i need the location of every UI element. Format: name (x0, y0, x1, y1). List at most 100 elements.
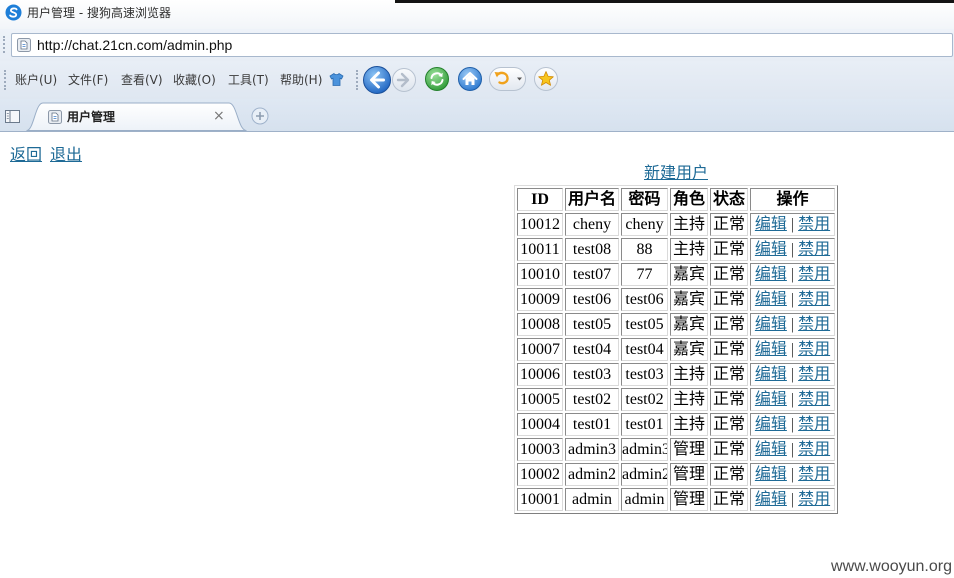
disable-link[interactable]: 禁用 (798, 341, 830, 358)
home-icon (458, 67, 482, 91)
toolbar-grip[interactable] (3, 36, 5, 53)
header-actions: 操作 (750, 188, 835, 211)
new-user-row: 新建用户 (514, 164, 838, 184)
header-password: 密码 (621, 188, 668, 211)
menu-favorites[interactable]: 收藏(O) (173, 73, 216, 87)
cell-id: 10012 (517, 213, 563, 236)
cell-password: test05 (621, 313, 668, 336)
back-arrow-icon (363, 66, 391, 94)
edit-link[interactable]: 编辑 (755, 216, 787, 233)
tab-label[interactable]: 用户管理 (67, 110, 115, 124)
action-separator: | (790, 241, 795, 258)
sogou-logo-icon (5, 4, 22, 21)
window-title: 用户管理 - 搜狗高速浏览器 (27, 6, 171, 20)
edit-link[interactable]: 编辑 (755, 391, 787, 408)
address-bar[interactable]: http://chat.21cn.com/admin.php (11, 33, 953, 57)
menu-view[interactable]: 查看(V) (121, 73, 163, 87)
refresh-icon (425, 67, 449, 91)
edit-link[interactable]: 编辑 (755, 441, 787, 458)
edit-link[interactable]: 编辑 (755, 491, 787, 508)
action-separator: | (790, 441, 795, 458)
cell-id: 10010 (517, 263, 563, 286)
cell-status: 正常 (710, 313, 748, 336)
menu-file[interactable]: 文件(F) (68, 73, 108, 87)
title-bar: 用户管理 - 搜狗高速浏览器 (0, 0, 954, 29)
disable-link[interactable]: 禁用 (798, 216, 830, 233)
tab-close-button[interactable]: × (213, 108, 225, 124)
new-user-link[interactable]: 新建用户 (644, 165, 708, 182)
cell-role: 管理 (670, 488, 708, 511)
disable-link[interactable]: 禁用 (798, 491, 830, 508)
cell-id: 10002 (517, 463, 563, 486)
disable-link[interactable]: 禁用 (798, 441, 830, 458)
disable-link[interactable]: 禁用 (798, 266, 830, 283)
refresh-button[interactable] (424, 66, 450, 92)
favorite-button[interactable] (533, 66, 559, 92)
skin-button[interactable] (329, 72, 344, 87)
undo-button[interactable] (489, 66, 527, 92)
cell-role: 嘉宾 (670, 263, 708, 286)
disable-link[interactable]: 禁用 (798, 316, 830, 333)
cell-role: 主持 (670, 213, 708, 236)
action-separator: | (790, 216, 795, 233)
edit-link[interactable]: 编辑 (755, 341, 787, 358)
home-button[interactable] (457, 66, 483, 92)
forward-button[interactable] (391, 67, 417, 93)
disable-link[interactable]: 禁用 (798, 241, 830, 258)
star-icon (534, 67, 558, 91)
disable-link[interactable]: 禁用 (798, 366, 830, 383)
menu-account[interactable]: 账户(U) (15, 73, 57, 87)
table-row: 10008 test05 test05 嘉宾 正常 编辑 | 禁用 (517, 313, 835, 336)
back-button[interactable] (362, 65, 392, 95)
edit-link[interactable]: 编辑 (755, 416, 787, 433)
menu-help[interactable]: 帮助(H) (280, 73, 322, 87)
cell-role: 嘉宾 (670, 338, 708, 361)
edit-link[interactable]: 编辑 (755, 316, 787, 333)
cell-status: 正常 (710, 388, 748, 411)
header-status: 状态 (710, 188, 748, 211)
cell-password: 88 (621, 238, 668, 261)
cell-actions: 编辑 | 禁用 (750, 263, 835, 286)
action-separator: | (790, 491, 795, 508)
cell-password: test02 (621, 388, 668, 411)
edit-link[interactable]: 编辑 (755, 291, 787, 308)
cell-username: test08 (565, 238, 619, 261)
action-separator: | (790, 291, 795, 308)
plus-icon (251, 107, 269, 125)
action-separator: | (790, 316, 795, 333)
disable-link[interactable]: 禁用 (798, 391, 830, 408)
edit-link[interactable]: 编辑 (755, 241, 787, 258)
table-header-row: ID 用户名 密码 角色 状态 操作 (517, 188, 835, 211)
sidebar-button[interactable] (5, 110, 20, 123)
toolbar-grip[interactable] (4, 70, 6, 90)
disable-link[interactable]: 禁用 (798, 291, 830, 308)
edit-link[interactable]: 编辑 (755, 266, 787, 283)
cell-role: 主持 (670, 363, 708, 386)
edit-link[interactable]: 编辑 (755, 366, 787, 383)
disable-link[interactable]: 禁用 (798, 466, 830, 483)
cell-role: 嘉宾 (670, 313, 708, 336)
cell-password: admin2 (621, 463, 668, 486)
back-link[interactable]: 返回 (10, 146, 42, 166)
disable-link[interactable]: 禁用 (798, 416, 830, 433)
cell-id: 10011 (517, 238, 563, 261)
url-text[interactable]: http://chat.21cn.com/admin.php (37, 36, 232, 54)
new-tab-button[interactable] (251, 107, 269, 125)
cell-role: 主持 (670, 238, 708, 261)
cell-status: 正常 (710, 463, 748, 486)
menu-tools[interactable]: 工具(T) (228, 73, 269, 87)
cell-password: cheny (621, 213, 668, 236)
cell-status: 正常 (710, 488, 748, 511)
cell-id: 10008 (517, 313, 563, 336)
edit-link[interactable]: 编辑 (755, 466, 787, 483)
undo-icon (489, 67, 526, 91)
cell-role: 嘉宾 (670, 288, 708, 311)
cell-username: test05 (565, 313, 619, 336)
cell-actions: 编辑 | 禁用 (750, 363, 835, 386)
toolbar-grip[interactable] (356, 70, 358, 90)
cell-id: 10006 (517, 363, 563, 386)
cell-role: 管理 (670, 463, 708, 486)
menu-toolbar: 账户(U) 文件(F) 查看(V) 收藏(O) 工具(T) 帮助(H) (0, 61, 954, 99)
logout-link[interactable]: 退出 (50, 146, 82, 166)
cell-role: 主持 (670, 388, 708, 411)
